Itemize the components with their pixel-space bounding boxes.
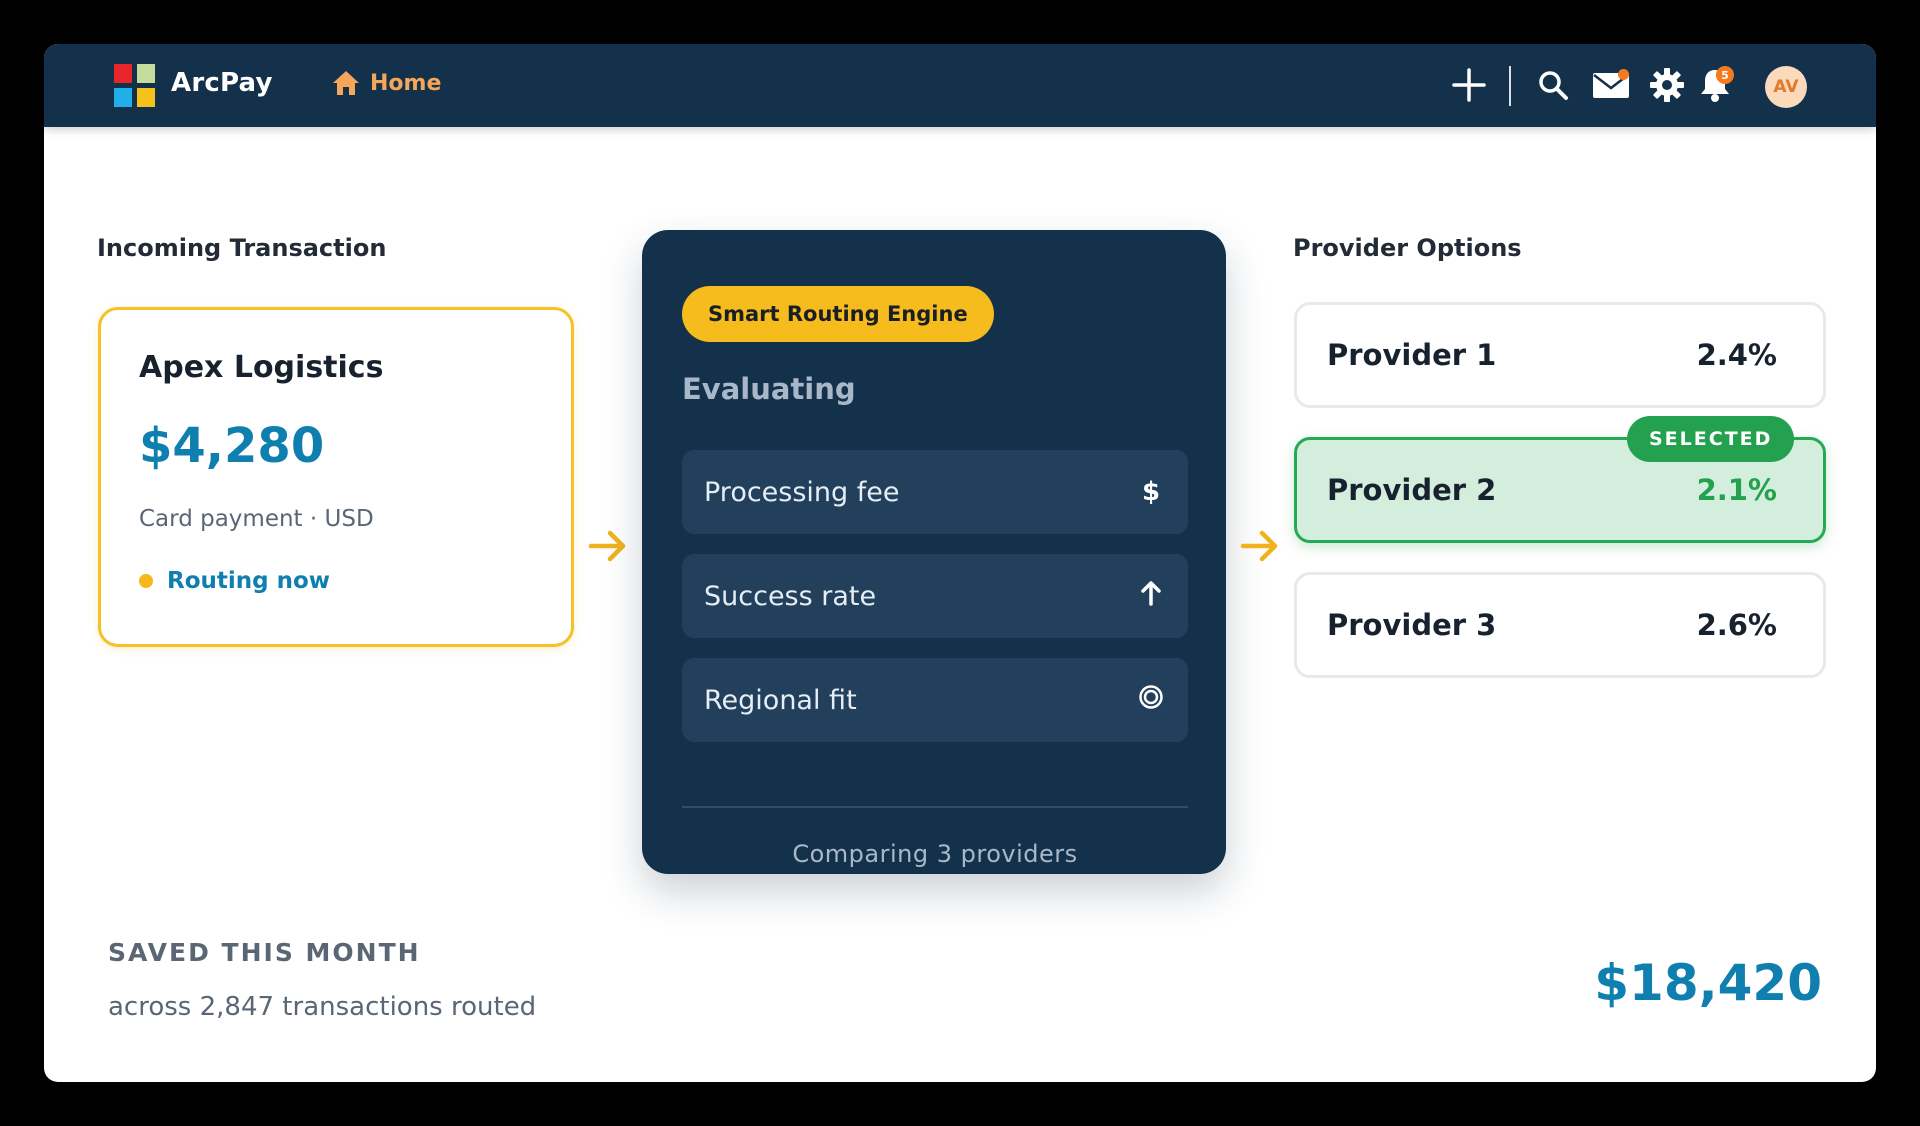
engine-state: Evaluating <box>682 372 856 406</box>
engine-footer: Comparing 3 providers <box>792 840 1078 868</box>
savings-amount: $18,420 <box>1594 954 1822 1012</box>
home-link[interactable]: Home <box>332 70 441 96</box>
home-icon <box>333 71 359 95</box>
toolbar-divider <box>1509 66 1511 106</box>
transaction-meta: Card payment · USD <box>139 506 374 532</box>
provider-name: Provider 1 <box>1327 338 1497 372</box>
incoming-transaction-title: Incoming Transaction <box>97 234 387 262</box>
app-window: ArcPay Home 5 AV Incoming Transaction Ap… <box>44 44 1876 1082</box>
gear-icon[interactable] <box>1645 63 1689 107</box>
bell-icon[interactable]: 5 <box>1693 63 1737 107</box>
criterion-success-rate: Success rate <box>682 554 1188 638</box>
routing-engine-panel: Smart Routing Engine Evaluating Processi… <box>642 230 1226 874</box>
provider-name: Provider 2 <box>1327 473 1497 507</box>
engine-divider <box>682 806 1188 808</box>
savings-label: SAVED THIS MONTH <box>108 938 421 967</box>
search-icon[interactable] <box>1531 63 1575 107</box>
top-navigation-bar: ArcPay Home 5 AV <box>44 44 1876 127</box>
provider-option-3[interactable]: Provider 3 2.6% <box>1294 572 1826 678</box>
transaction-card[interactable]: Apex Logistics $4,280 Card payment · USD… <box>98 307 574 647</box>
routing-status: Routing now <box>139 568 330 594</box>
criterion-label: Processing fee <box>704 476 900 508</box>
savings-subtext: across 2,847 transactions routed <box>108 992 537 1022</box>
criterion-label: Success rate <box>704 580 877 612</box>
status-dot-icon <box>139 574 153 588</box>
mail-icon[interactable] <box>1589 63 1633 107</box>
mail-unread-dot <box>1618 69 1629 80</box>
user-avatar[interactable]: AV <box>1765 66 1807 108</box>
provider-options-title: Provider Options <box>1293 234 1522 262</box>
dollar-icon: $ <box>1141 477 1161 507</box>
transaction-amount: $4,280 <box>139 418 325 474</box>
criterion-regional-fit: Regional fit <box>682 658 1188 742</box>
criterion-processing-fee: Processing fee $ <box>682 450 1188 534</box>
notification-badge: 5 <box>1716 66 1734 84</box>
brand-name: ArcPay <box>171 68 273 98</box>
target-icon <box>1136 684 1166 717</box>
provider-option-1[interactable]: Provider 1 2.4% <box>1294 302 1826 408</box>
home-label: Home <box>370 70 442 96</box>
provider-rate: 2.4% <box>1696 338 1777 372</box>
routing-status-label: Routing now <box>167 568 331 594</box>
arrow-right-icon <box>1240 528 1280 573</box>
arrow-right-icon <box>588 528 628 573</box>
plus-icon[interactable] <box>1447 63 1491 107</box>
merchant-name: Apex Logistics <box>139 350 384 385</box>
arrow-up-icon <box>1136 580 1166 613</box>
provider-rate: 2.1% <box>1696 473 1777 507</box>
engine-badge: Smart Routing Engine <box>682 286 994 342</box>
provider-rate: 2.6% <box>1696 608 1777 642</box>
arcpay-logo-icon[interactable] <box>114 64 156 108</box>
selected-badge: SELECTED <box>1627 416 1795 462</box>
criterion-label: Regional fit <box>704 684 857 716</box>
provider-name: Provider 3 <box>1327 608 1497 642</box>
